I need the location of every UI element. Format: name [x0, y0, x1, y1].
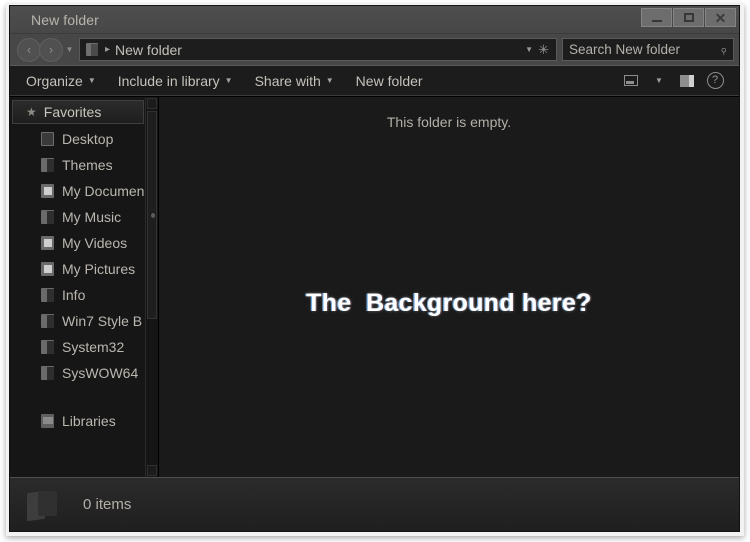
share-with-label: Share with [254, 72, 321, 89]
title-bar[interactable]: New folder ✕ [10, 6, 739, 34]
preview-pane-button[interactable] [674, 70, 700, 92]
refresh-icon[interactable]: ✳ [538, 42, 552, 58]
include-in-library-button[interactable]: Include in library ▼ [107, 69, 244, 93]
item-count-label: 0 items [83, 496, 132, 513]
sidebar-item-system32[interactable]: System32 [10, 334, 146, 360]
forward-button[interactable]: › [39, 37, 63, 62]
sidebar-scrollbar[interactable] [145, 97, 158, 477]
status-bar: 0 items [10, 477, 739, 531]
command-toolbar: Organize ▼ Include in library ▼ Share wi… [10, 65, 739, 96]
toolbar-right-group: ▼ ? [618, 70, 734, 92]
maximize-icon [683, 13, 694, 22]
folder-icon [41, 158, 54, 172]
sidebar-item-label: System32 [62, 339, 125, 355]
desktop-icon [41, 132, 54, 146]
window-title: New folder [31, 11, 99, 28]
chevron-down-icon: ▼ [87, 76, 96, 85]
folder-icon [27, 489, 57, 521]
sidebar-item-themes[interactable]: Themes [10, 152, 146, 178]
sidebar-item-label: My Documen [62, 183, 145, 199]
chevron-down-icon: ▼ [655, 76, 663, 85]
folder-icon [41, 288, 54, 302]
breadcrumb-separator-icon[interactable]: ▸ [105, 44, 110, 55]
include-in-library-label: Include in library [117, 72, 220, 89]
sidebar-item-info[interactable]: Info [10, 282, 146, 308]
explorer-window: New folder ✕ ‹ › ▼ ▸ New folder ▼ ✳ Sear… [9, 5, 740, 532]
sidebar-item-win7-style-b[interactable]: Win7 Style B [10, 308, 146, 334]
help-button[interactable]: ? [702, 70, 728, 92]
help-icon: ? [706, 72, 724, 89]
close-icon: ✕ [714, 9, 727, 26]
navigation-list: ★ Favorites Desktop Themes My Documen My… [10, 97, 146, 477]
close-button[interactable]: ✕ [705, 8, 736, 27]
sidebar-item-my-documents[interactable]: My Documen [10, 178, 146, 204]
library-icon [41, 414, 54, 428]
sidebar-item-label: My Videos [62, 235, 128, 251]
sidebar-item-label: My Pictures [62, 261, 136, 277]
new-folder-label: New folder [355, 72, 423, 89]
sidebar-item-label: My Music [62, 209, 122, 225]
sidebar-group-label: Favorites [43, 104, 102, 120]
file-list-pane[interactable]: This folder is empty. The Background her… [159, 97, 739, 477]
change-view-icon [624, 75, 638, 86]
scroll-up-button[interactable] [147, 98, 157, 109]
sidebar-item-label: Win7 Style B [62, 313, 143, 329]
screen: New folder ✕ ‹ › ▼ ▸ New folder ▼ ✳ Sear… [0, 0, 750, 542]
back-button[interactable]: ‹ [17, 37, 41, 62]
organize-button[interactable]: Organize ▼ [15, 69, 107, 93]
sidebar-item-label: Libraries [62, 413, 116, 429]
minimize-icon [651, 19, 662, 22]
minimize-button[interactable] [641, 8, 672, 27]
new-folder-button[interactable]: New folder [345, 69, 434, 93]
search-icon[interactable]: ⌕ [715, 41, 731, 57]
sidebar-item-my-music[interactable]: My Music [10, 204, 146, 230]
change-view-dropdown[interactable]: ▼ [646, 70, 672, 92]
chevron-down-icon[interactable]: ▼ [520, 45, 538, 54]
chevron-down-icon: ▼ [224, 76, 233, 85]
document-folder-icon [41, 262, 54, 276]
sidebar-item-desktop[interactable]: Desktop [10, 126, 146, 152]
address-bar[interactable]: ▸ New folder ▼ ✳ [79, 38, 557, 61]
breadcrumb[interactable]: New folder [115, 42, 182, 58]
forward-arrow-icon: › [48, 42, 54, 57]
address-bar-row: ‹ › ▼ ▸ New folder ▼ ✳ ⌕ [10, 34, 739, 65]
folder-icon [41, 314, 54, 328]
organize-label: Organize [26, 72, 83, 89]
scrollbar-grip [151, 213, 155, 218]
share-with-button[interactable]: Share with ▼ [244, 69, 345, 93]
caption-button-group: ✕ [641, 8, 736, 27]
sidebar-item-label: Info [62, 287, 86, 303]
folder-icon [41, 210, 54, 224]
sidebar-item-label: Desktop [62, 131, 114, 147]
document-folder-icon [41, 236, 54, 250]
search-input[interactable] [569, 42, 716, 57]
change-view-button[interactable] [618, 70, 644, 92]
empty-folder-message: This folder is empty. [386, 114, 512, 130]
recent-pages-button[interactable]: ▼ [63, 38, 76, 62]
window-body: ★ Favorites Desktop Themes My Documen My… [10, 96, 739, 477]
folder-icon [41, 340, 54, 354]
navigation-pane: ★ Favorites Desktop Themes My Documen My… [10, 97, 159, 477]
chevron-down-icon: ▼ [325, 76, 334, 85]
sidebar-group-favorites[interactable]: ★ Favorites [12, 100, 144, 124]
document-folder-icon [41, 184, 54, 198]
star-icon: ★ [26, 105, 37, 119]
preview-pane-icon [680, 74, 694, 87]
sidebar-item-label: SysWOW64 [62, 365, 139, 381]
search-box[interactable]: ⌕ [562, 38, 734, 61]
scrollbar-thumb[interactable] [147, 111, 157, 319]
chevron-down-icon: ▼ [65, 45, 74, 54]
back-arrow-icon: ‹ [26, 42, 32, 57]
maximize-button[interactable] [673, 8, 704, 27]
sidebar-item-label: Themes [62, 157, 113, 173]
folder-icon [41, 366, 54, 380]
background-overlay-text: The Background here? [306, 289, 592, 317]
sidebar-item-syswow64[interactable]: SysWOW64 [10, 360, 146, 386]
sidebar-item-libraries[interactable]: Libraries [10, 408, 146, 434]
scroll-down-button[interactable] [147, 465, 157, 476]
sidebar-item-my-videos[interactable]: My Videos [10, 230, 146, 256]
folder-icon [86, 43, 98, 56]
sidebar-item-my-pictures[interactable]: My Pictures [10, 256, 146, 282]
